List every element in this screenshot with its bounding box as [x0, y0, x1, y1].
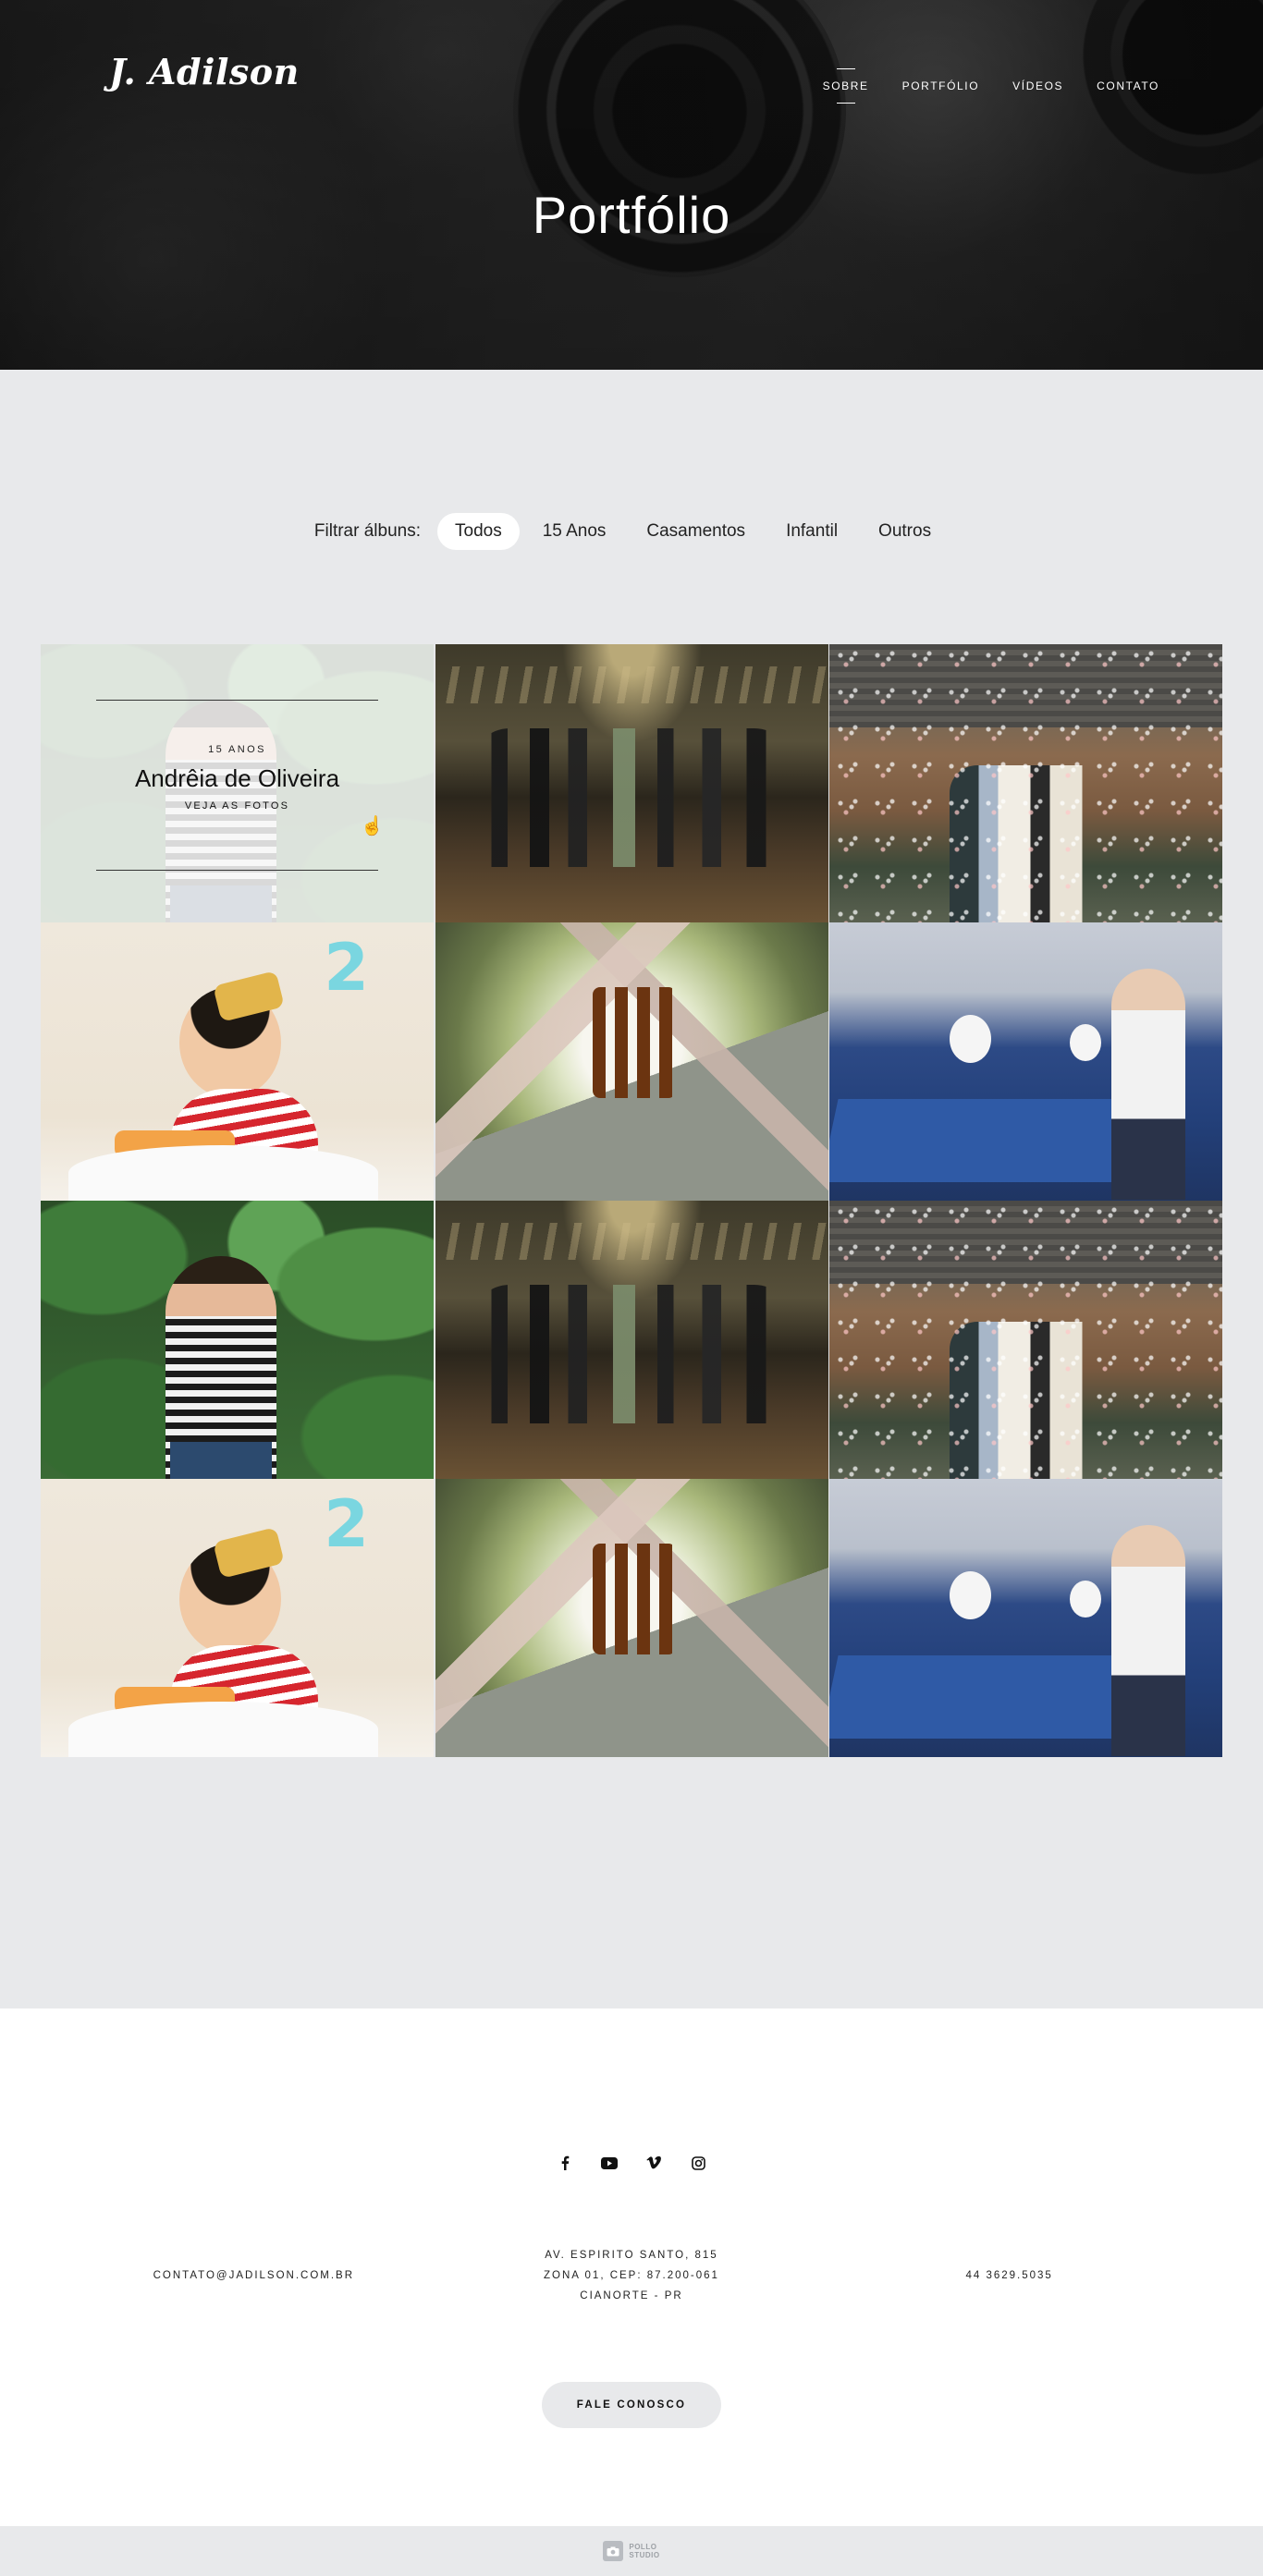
album-tile[interactable]: [829, 1479, 1222, 1757]
credit-line: POLLO: [629, 2543, 657, 2551]
album-photo: [829, 1479, 1222, 1757]
main-nav: SOBRE PORTFÓLIO VÍDEOS CONTATO: [823, 79, 1159, 92]
photo-detail: [435, 666, 828, 703]
photo-detail: 2: [324, 930, 369, 1006]
fale-conosco-button[interactable]: FALE CONOSCO: [542, 2382, 721, 2428]
credit-line: STUDIO: [629, 2551, 660, 2559]
overlay-content: 15 ANOS Andrêia de Oliveira VEJA AS FOTO…: [41, 744, 434, 813]
photo-detail: [1070, 1581, 1101, 1618]
address-line: AV. ESPIRITO SANTO, 815: [545, 2250, 718, 2261]
album-tile[interactable]: [435, 1479, 828, 1757]
address-line: ZONA 01, CEP: 87.200-061: [544, 2270, 719, 2281]
photo-detail: [829, 1201, 1222, 1479]
album-photo: [435, 1201, 828, 1479]
album-tile[interactable]: [829, 922, 1222, 1201]
album-tile[interactable]: [829, 1201, 1222, 1479]
contact-phone[interactable]: 44 3629.5035: [843, 2265, 1176, 2286]
album-photo: [829, 922, 1222, 1201]
photo-detail: [950, 1015, 991, 1063]
photo-detail: [68, 1145, 378, 1201]
photo-subject: [472, 1285, 791, 1423]
photo-detail: [1070, 1024, 1101, 1061]
album-photo: 2: [41, 922, 434, 1201]
nav-item-contato[interactable]: CONTATO: [1097, 79, 1159, 92]
camera-icon: [603, 2541, 624, 2561]
filter-15-anos[interactable]: 15 Anos: [525, 513, 624, 550]
filter-label: Filtrar álbuns:: [313, 521, 422, 541]
hero-header: J. Adilson SOBRE PORTFÓLIO VÍDEOS CONTAT…: [0, 0, 1263, 370]
overlay-divider-bottom: [96, 870, 378, 871]
youtube-icon[interactable]: [599, 2153, 619, 2173]
photo-subject: [472, 728, 791, 867]
photo-detail: [68, 1702, 378, 1757]
album-tile[interactable]: 2: [41, 922, 434, 1201]
album-photo: [829, 1201, 1222, 1479]
photo-subject: [1111, 1525, 1185, 1756]
view-photos-link[interactable]: VEJA AS FOTOS: [185, 800, 289, 812]
album-photo: [435, 644, 828, 922]
photo-subject-detail: [170, 1442, 272, 1479]
photo-detail: [592, 1544, 676, 1654]
address-line: CIANORTE - PR: [580, 2290, 683, 2301]
vimeo-icon[interactable]: [644, 2153, 664, 2173]
album-photo: [435, 922, 828, 1201]
filter-infantil[interactable]: Infantil: [768, 513, 855, 550]
album-tile-featured[interactable]: 15 ANOS Andrêia de Oliveira VEJA AS FOTO…: [41, 644, 434, 922]
contact-email[interactable]: CONTATO@JADILSON.COM.BR: [87, 2265, 420, 2286]
facebook-icon[interactable]: [555, 2153, 575, 2173]
album-filter: Filtrar álbuns: Todos 15 Anos Casamentos…: [0, 370, 1263, 592]
filter-outros[interactable]: Outros: [861, 513, 949, 550]
album-tile[interactable]: [41, 1201, 434, 1479]
nav-item-portfolio[interactable]: PORTFÓLIO: [902, 79, 980, 92]
album-tile[interactable]: [435, 1201, 828, 1479]
filter-casamentos[interactable]: Casamentos: [629, 513, 763, 550]
site-logo[interactable]: J. Adilson: [109, 51, 300, 92]
credits-bar: POLLO STUDIO: [0, 2526, 1263, 2576]
photo-detail: [829, 644, 1222, 922]
album-photo: [829, 644, 1222, 922]
nav-item-sobre[interactable]: SOBRE: [823, 79, 869, 92]
social-links: [0, 2153, 1263, 2173]
album-tile[interactable]: 2: [41, 1479, 434, 1757]
photo-detail: 2: [324, 1486, 369, 1562]
album-photo: 2: [41, 1479, 434, 1757]
photo-detail: [435, 1223, 828, 1260]
photo-subject: [1111, 969, 1185, 1200]
photo-detail: [592, 987, 676, 1098]
album-photo: [435, 1479, 828, 1757]
nav-item-videos[interactable]: VÍDEOS: [1012, 79, 1063, 92]
album-tile[interactable]: [435, 922, 828, 1201]
studio-credit[interactable]: POLLO STUDIO: [629, 2543, 659, 2559]
contact-info: CONTATO@JADILSON.COM.BR AV. ESPIRITO SAN…: [0, 2245, 1263, 2306]
page-title: Portfólio: [532, 186, 731, 244]
pointer-cursor-icon: ☝: [361, 816, 384, 836]
album-photo: [41, 1201, 434, 1479]
photo-detail: [950, 1571, 991, 1619]
album-category: 15 ANOS: [208, 744, 266, 755]
overlay-divider-top: [96, 700, 378, 701]
instagram-icon[interactable]: [688, 2153, 708, 2173]
album-name: Andrêia de Oliveira: [134, 764, 340, 792]
contact-address: AV. ESPIRITO SANTO, 815 ZONA 01, CEP: 87…: [465, 2245, 798, 2306]
album-tile[interactable]: [829, 644, 1222, 922]
album-hover-overlay: 15 ANOS Andrêia de Oliveira VEJA AS FOTO…: [41, 644, 434, 922]
album-tile[interactable]: [435, 644, 828, 922]
site-footer: CONTATO@JADILSON.COM.BR AV. ESPIRITO SAN…: [0, 2008, 1263, 2526]
filter-todos[interactable]: Todos: [437, 513, 520, 550]
portfolio-grid: 15 ANOS Andrêia de Oliveira VEJA AS FOTO…: [41, 644, 1222, 1757]
